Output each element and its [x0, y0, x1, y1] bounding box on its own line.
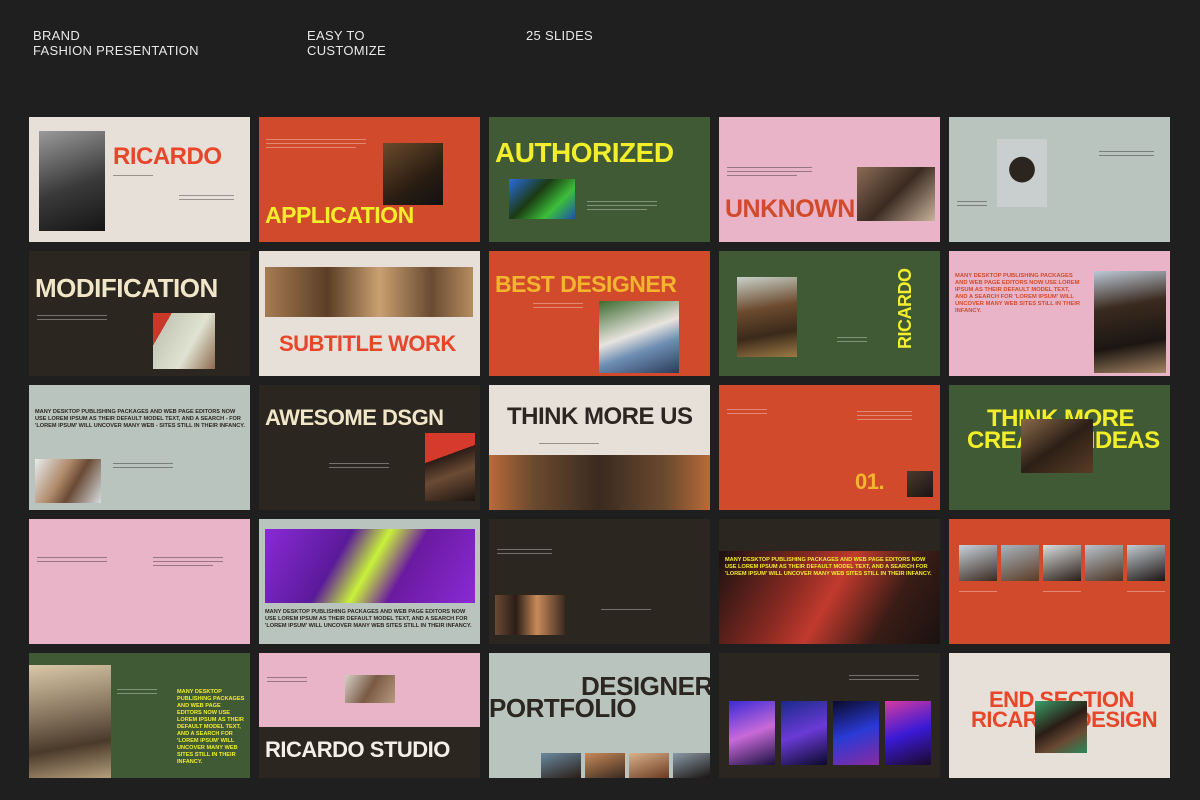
strip-photo-2: [585, 753, 625, 778]
red-bg-portrait-photo: [425, 433, 475, 501]
slide-title: THINK MORE US: [507, 403, 693, 430]
woman-photo: [857, 167, 935, 221]
slide-number: 01.: [855, 469, 885, 494]
neon-photo-4: [885, 701, 931, 765]
slide-18[interactable]: [489, 519, 710, 644]
slide-paragraph: MANY DESKTOP PUBLISHING PACKAGES AND WEB…: [35, 409, 245, 429]
thumb-photo-4: [1085, 545, 1123, 581]
slide-12[interactable]: AWESOME DSGN: [259, 385, 480, 510]
thumb-photo-2: [1001, 545, 1039, 581]
slide-16[interactable]: [29, 519, 250, 644]
green-shirt-portrait-photo: [1035, 701, 1087, 753]
strip-photo-3: [629, 753, 669, 778]
slide-title: BEST DESIGNER: [495, 271, 677, 297]
slide-paragraph: MANY DESKTOP PUBLISHING PACKAGES AND WEB…: [177, 689, 245, 765]
neon-photo-3: [833, 701, 879, 765]
sunglasses-photo: [265, 267, 473, 317]
slides-count-label: 25 SLIDES: [526, 28, 593, 43]
easy-line-1: EASY TO: [307, 28, 365, 43]
slide-5[interactable]: [949, 117, 1170, 242]
slide-8[interactable]: BEST DESIGNER: [489, 251, 710, 376]
street-man-photo: [1094, 271, 1166, 373]
slide-19[interactable]: MANY DESKTOP PUBLISHING PACKAGES AND WEB…: [719, 519, 940, 644]
slide-25[interactable]: END SECTION RICARDO DESIGN: [949, 653, 1170, 778]
slide-title: AWESOME DSGN: [265, 405, 444, 430]
thumb-photo-1: [959, 545, 997, 581]
slide-9[interactable]: RICARDO: [719, 251, 940, 376]
slide-title: APPLICATION: [265, 202, 414, 228]
slide-1[interactable]: RICARDO: [29, 117, 250, 242]
slides-count: 25 SLIDES: [526, 28, 594, 43]
slide-10[interactable]: MANY DESKTOP PUBLISHING PACKAGES AND WEB…: [949, 251, 1170, 376]
slide-17[interactable]: MANY DESKTOP PUBLISHING PACKAGES AND WEB…: [259, 519, 480, 644]
small-portrait-photo: [907, 471, 933, 497]
brand-line-1: BRAND: [33, 28, 81, 43]
slide-title: RICARDO: [895, 268, 915, 350]
brand-line-2: FASHION PRESENTATION: [33, 43, 199, 58]
neon-photo-1: [729, 701, 775, 765]
slide-21[interactable]: MANY DESKTOP PUBLISHING PACKAGES AND WEB…: [29, 653, 250, 778]
slide-title: MODIFICATION: [35, 273, 218, 303]
thumb-photo-3: [1043, 545, 1081, 581]
customize-label: EASY TO CUSTOMIZE: [307, 28, 386, 58]
profile-photo: [997, 139, 1047, 207]
sitting-man-photo: [599, 301, 679, 373]
slide-13[interactable]: THINK MORE US: [489, 385, 710, 510]
slide-24[interactable]: [719, 653, 940, 778]
lying-figure-photo: [345, 675, 395, 703]
hat-man-photo: [1021, 419, 1093, 473]
slide-grid: RICARDO APPLICATION AUTHORIZED UNKNOWN M…: [29, 117, 1171, 782]
neon-photo-2: [781, 701, 827, 765]
slide-15[interactable]: THINK MORE CREATIVE IDEAS: [949, 385, 1170, 510]
beach-man-photo: [35, 459, 101, 503]
slide-20[interactable]: [949, 519, 1170, 644]
strip-photo-1: [541, 753, 581, 778]
slide-6[interactable]: MODIFICATION: [29, 251, 250, 376]
slide-paragraph: MANY DESKTOP PUBLISHING PACKAGES AND WEB…: [265, 609, 472, 629]
traditional-dress-photo: [737, 277, 797, 357]
slide-11[interactable]: MANY DESKTOP PUBLISHING PACKAGES AND WEB…: [29, 385, 250, 510]
slide-paragraph: MANY DESKTOP PUBLISHING PACKAGES AND WEB…: [955, 273, 1081, 314]
neon-mask-photo: [265, 529, 475, 603]
slide-23[interactable]: DESIGNER PORTFOLIO: [489, 653, 710, 778]
strip-photo-4: [673, 753, 710, 778]
slide-22[interactable]: RICARDO STUDIO: [259, 653, 480, 778]
thumb-photo-5: [1127, 545, 1165, 581]
smiling-face-photo: [489, 455, 710, 510]
header: BRAND FASHION PRESENTATION EASY TO CUSTO…: [0, 0, 1200, 110]
slide-3[interactable]: AUTHORIZED: [489, 117, 710, 242]
easy-line-2: CUSTOMIZE: [307, 43, 387, 58]
slide-title: UNKNOWN: [725, 195, 855, 223]
slide-4[interactable]: UNKNOWN: [719, 117, 940, 242]
slide-2[interactable]: APPLICATION: [259, 117, 480, 242]
slide-title: SUBTITLE WORK: [279, 331, 456, 356]
slide-14[interactable]: 01.: [719, 385, 940, 510]
slide-7[interactable]: SUBTITLE WORK: [259, 251, 480, 376]
slide-title: RICARDO: [113, 143, 222, 170]
man-photo: [383, 143, 443, 205]
suit-man-photo: [29, 665, 111, 778]
slide-title: RICARDO STUDIO: [265, 737, 450, 762]
green-portrait-photo: [509, 179, 575, 219]
portrait-photo: [39, 131, 105, 231]
slide-title-line-2: PORTFOLIO: [489, 693, 637, 723]
slide-title: AUTHORIZED: [495, 137, 674, 168]
group-photo: [495, 595, 565, 635]
slide-paragraph: MANY DESKTOP PUBLISHING PACKAGES AND WEB…: [725, 557, 932, 577]
sun-photo: [153, 313, 215, 369]
brand-label: BRAND FASHION PRESENTATION: [33, 28, 199, 58]
